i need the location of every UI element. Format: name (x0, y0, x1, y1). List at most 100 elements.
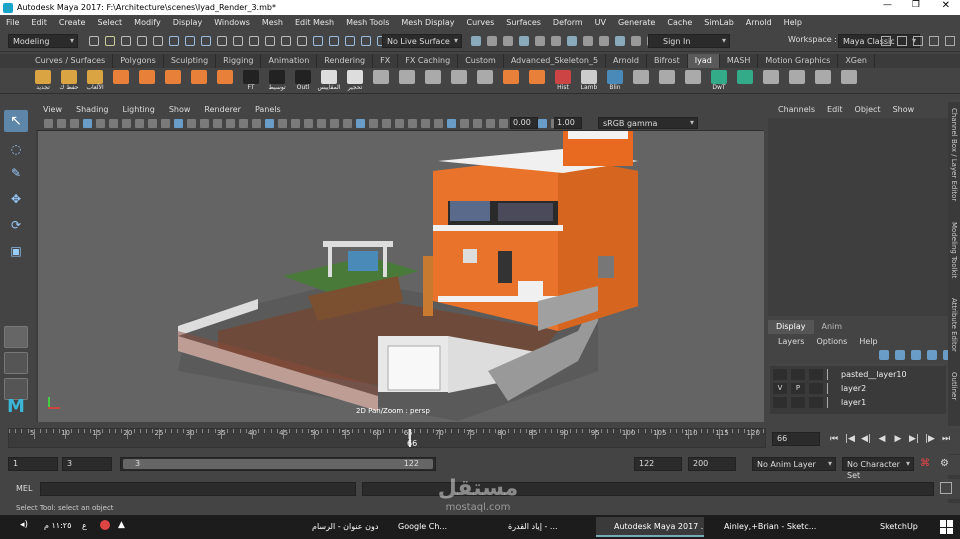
viewport-tool-icon[interactable] (447, 119, 456, 128)
shelf-button[interactable] (394, 69, 420, 84)
menu-mesh-tools[interactable]: Mesh Tools (340, 18, 395, 27)
viewport-tool-icon[interactable] (460, 119, 469, 128)
layer-tab-display[interactable]: Display (768, 320, 814, 334)
shelf-tab-fx-caching[interactable]: FX Caching (398, 54, 459, 68)
viewport-tool-icon[interactable] (369, 119, 378, 128)
minimize-button[interactable]: — (883, 0, 892, 10)
shelf-button[interactable] (732, 69, 758, 84)
layer-type[interactable] (809, 383, 823, 394)
viewport-menu-show[interactable]: Show (162, 105, 198, 114)
playback-button-icon[interactable]: ◀| (859, 432, 873, 446)
side-tab-outliner[interactable]: Outliner (950, 372, 958, 400)
channel-menu-channels[interactable]: Channels (772, 105, 821, 114)
layer-row[interactable]: layer1 (770, 396, 946, 409)
layout-toggle-icon[interactable] (913, 36, 923, 46)
viewport-tool-icon[interactable] (382, 119, 391, 128)
layer-visibility[interactable]: V (773, 383, 787, 394)
shelf-button[interactable] (368, 69, 394, 84)
playback-button-icon[interactable]: ▶| (907, 432, 921, 446)
menu-mesh-display[interactable]: Mesh Display (395, 18, 460, 27)
channel-menu-show[interactable]: Show (887, 105, 921, 114)
shelf-button[interactable]: Hist (550, 69, 576, 92)
viewport-tool-icon[interactable] (473, 119, 482, 128)
menu-help[interactable]: Help (778, 18, 808, 27)
shelf-button[interactable]: Blin (602, 69, 628, 92)
shelf-button[interactable]: تجديد (30, 69, 56, 92)
shelf-tab-rendering[interactable]: Rendering (317, 54, 374, 68)
shelf-button[interactable] (472, 69, 498, 84)
channel-menu-edit[interactable]: Edit (821, 105, 849, 114)
shelf-button[interactable] (134, 69, 160, 84)
preferences-icon[interactable]: ⚙ (940, 458, 949, 469)
network-icon[interactable]: ▲ (118, 520, 125, 530)
menu-generate[interactable]: Generate (612, 18, 661, 27)
shelf-button[interactable] (446, 69, 472, 84)
menu-surfaces[interactable]: Surfaces (500, 18, 547, 27)
status-tool-icon[interactable] (169, 36, 179, 46)
playback-button-icon[interactable]: ⏮ (827, 432, 841, 446)
shelf-button[interactable]: Lamb (576, 69, 602, 92)
shelf-tab-bifrost[interactable]: Bifrost (647, 54, 688, 68)
viewport-tool-icon[interactable] (278, 119, 287, 128)
menu-edit[interactable]: Edit (25, 18, 53, 27)
shelf-button[interactable]: الألعاب (82, 69, 108, 92)
shelf-tab-curves-surfaces[interactable]: Curves / Surfaces (28, 54, 114, 68)
viewport-tool-icon[interactable] (44, 119, 53, 128)
shelf-tab-sculpting[interactable]: Sculpting (164, 54, 217, 68)
viewport-tool-icon[interactable] (83, 119, 92, 128)
rotate-tool-icon[interactable]: ⟳ (4, 214, 28, 236)
shelf-button[interactable] (420, 69, 446, 84)
taskbar-maya[interactable]: Autodesk Maya 2017 ... (596, 517, 704, 537)
layer-action-icon[interactable] (927, 350, 937, 360)
shelf-tab-advanced-skeleton-5[interactable]: Advanced_Skeleton_5 (504, 54, 607, 68)
colorspace-dropdown[interactable]: sRGB gamma (598, 117, 698, 129)
menu-select[interactable]: Select (91, 18, 128, 27)
layer-color[interactable] (827, 383, 837, 394)
status-tool-icon[interactable] (281, 36, 291, 46)
playback-end-field[interactable]: 122 (634, 457, 682, 471)
render-tool-icon[interactable] (503, 36, 513, 46)
scale-tool-icon[interactable]: ▣ (4, 240, 28, 262)
side-tab-channel-box[interactable]: Channel Box / Layer Editor (950, 108, 958, 201)
taskbar-paint[interactable]: بدون عنوان - الرسام (294, 517, 378, 537)
viewport-tool-icon[interactable] (252, 119, 261, 128)
close-button[interactable]: ✕ (942, 0, 950, 11)
mel-input[interactable] (40, 482, 356, 496)
shelf-button[interactable] (810, 69, 836, 84)
shelf-tab-motion-graphics[interactable]: Motion Graphics (758, 54, 839, 68)
viewport-tool-icon[interactable] (122, 119, 131, 128)
3d-viewport[interactable]: 2D Pan/Zoom : persp (38, 131, 764, 422)
windows-start-icon[interactable] (940, 520, 954, 534)
layer-row[interactable]: pasted__layer10 (770, 368, 946, 381)
viewport-tool-icon[interactable] (135, 119, 144, 128)
speaker-icon[interactable]: ◂) (20, 520, 28, 530)
shelf-button[interactable] (654, 69, 680, 84)
shelf-button[interactable] (628, 69, 654, 84)
menu-file[interactable]: File (0, 18, 25, 27)
viewport-tool-icon[interactable] (57, 119, 66, 128)
render-tool-icon[interactable] (519, 36, 529, 46)
render-tool-icon[interactable] (615, 36, 625, 46)
viewport-tool-icon[interactable] (421, 119, 430, 128)
layer-menu-layers[interactable]: Layers (772, 337, 810, 346)
start-time-field[interactable]: 1 (8, 457, 58, 471)
layer-visibility[interactable] (773, 397, 787, 408)
status-tool-icon[interactable] (313, 36, 323, 46)
mode-dropdown[interactable]: Modeling (8, 34, 78, 48)
playback-button-icon[interactable]: ▶ (891, 432, 905, 446)
anim-layer-dropdown[interactable]: No Anim Layer (752, 457, 836, 471)
viewport-tool-icon[interactable] (96, 119, 105, 128)
layer-name[interactable]: layer2 (841, 384, 866, 393)
render-tool-icon[interactable] (599, 36, 609, 46)
chrome-tray-icon[interactable] (100, 520, 110, 530)
status-tool-icon[interactable] (201, 36, 211, 46)
layer-type[interactable] (809, 397, 823, 408)
playback-button-icon[interactable]: |◀ (843, 432, 857, 446)
viewport-tool-icon[interactable] (304, 119, 313, 128)
single-view-icon[interactable] (4, 326, 28, 348)
status-tool-icon[interactable] (265, 36, 275, 46)
status-tool-icon[interactable] (105, 36, 115, 46)
status-tool-icon[interactable] (361, 36, 371, 46)
viewport-tool-icon[interactable] (239, 119, 248, 128)
select-tool-icon[interactable]: ↖ (4, 110, 28, 132)
